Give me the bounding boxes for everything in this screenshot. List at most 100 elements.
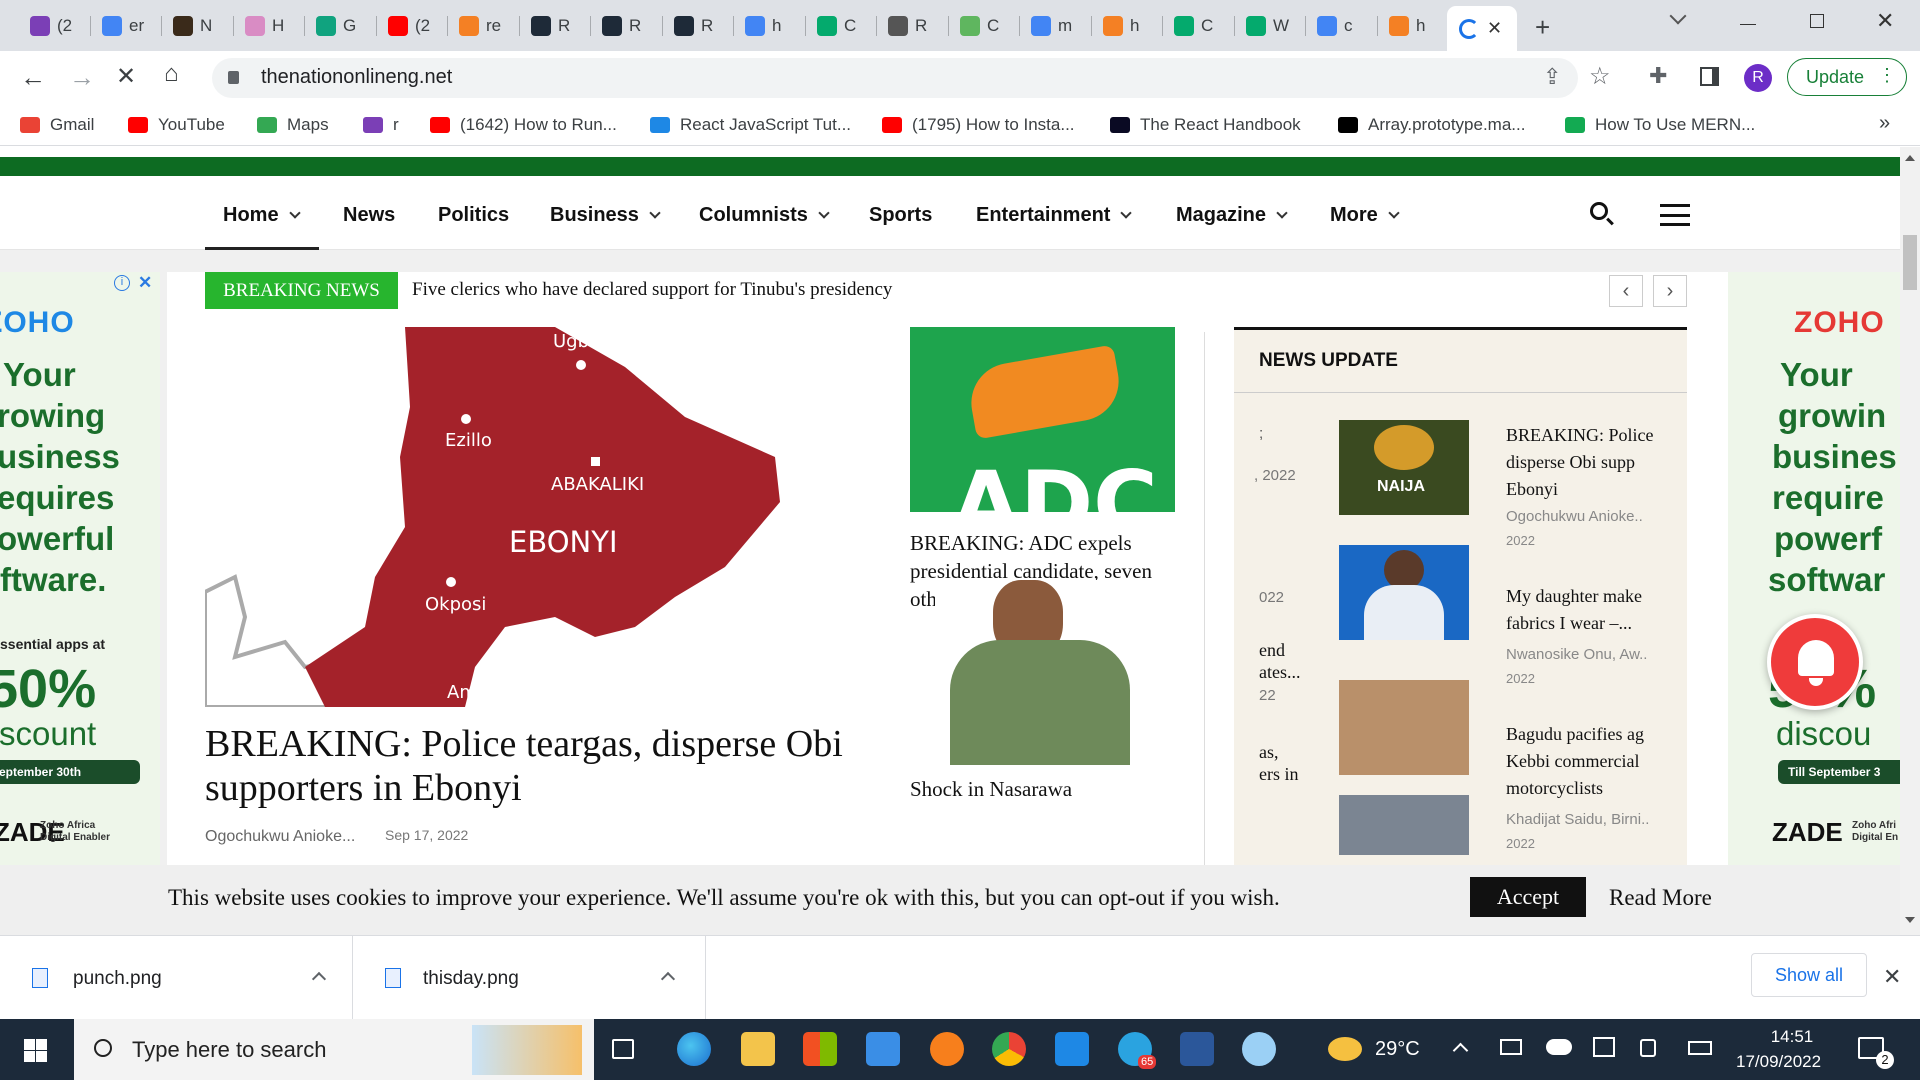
- close-window-button[interactable]: ✕: [1876, 8, 1894, 34]
- taskbar-search-box[interactable]: Type here to search: [74, 1019, 594, 1080]
- tab-15[interactable]: m: [1020, 8, 1090, 43]
- bookmark-9[interactable]: Array.prototype.ma...: [1338, 113, 1525, 137]
- weather-icon[interactable]: [1328, 1037, 1362, 1061]
- microsoft-store-icon[interactable]: [803, 1032, 837, 1066]
- news-thumb-2[interactable]: [1339, 545, 1469, 640]
- paint-icon[interactable]: [1242, 1032, 1276, 1066]
- cookie-accept-button[interactable]: Accept: [1470, 877, 1586, 917]
- home-button[interactable]: ⌂: [164, 60, 179, 88]
- chrome-icon[interactable]: [992, 1032, 1026, 1066]
- nav-item-home[interactable]: Home: [223, 180, 301, 250]
- cookie-read-more-link[interactable]: Read More: [1609, 885, 1712, 911]
- nav-item-more[interactable]: More: [1330, 180, 1400, 250]
- network-icon[interactable]: [1500, 1039, 1522, 1055]
- speaker-icon[interactable]: [1640, 1039, 1656, 1057]
- tray-chevron-icon[interactable]: [1452, 1042, 1469, 1059]
- news-update-3-title[interactable]: Bagudu pacifies ag Kebbi commercial moto…: [1506, 721, 1666, 802]
- tab-4[interactable]: H: [234, 8, 304, 43]
- edge-icon[interactable]: [677, 1032, 711, 1066]
- tab-19[interactable]: c: [1306, 8, 1376, 43]
- tab-18[interactable]: W: [1235, 8, 1305, 43]
- tab-8[interactable]: R: [520, 8, 590, 43]
- ad-info-icon[interactable]: i: [114, 275, 130, 291]
- tab-7[interactable]: re: [448, 8, 518, 43]
- chevron-up-icon[interactable]: [311, 971, 327, 987]
- forward-button[interactable]: →: [69, 62, 95, 93]
- mail-icon[interactable]: [866, 1032, 900, 1066]
- tab-10[interactable]: R: [663, 8, 733, 43]
- adc-story-image[interactable]: ADC: [910, 327, 1175, 512]
- clock-time[interactable]: 14:51: [1760, 1027, 1824, 1047]
- extensions-icon[interactable]: ✚: [1649, 63, 1667, 89]
- scroll-thumb[interactable]: [1903, 235, 1917, 290]
- onedrive-icon[interactable]: [1546, 1039, 1572, 1055]
- nav-item-magazine[interactable]: Magazine: [1176, 180, 1288, 250]
- tab-17[interactable]: C: [1163, 8, 1233, 43]
- clock-date[interactable]: 17/09/2022: [1736, 1052, 1821, 1072]
- tab-12[interactable]: C: [806, 8, 876, 43]
- stop-button[interactable]: ✕: [116, 62, 136, 91]
- restore-button[interactable]: [1810, 14, 1824, 28]
- tab-1[interactable]: (2: [19, 8, 89, 43]
- bookmark-6[interactable]: React JavaScript Tut...: [650, 113, 851, 137]
- display-icon[interactable]: [1593, 1037, 1615, 1057]
- update-button[interactable]: Update ⋮: [1787, 58, 1907, 96]
- nav-item-politics[interactable]: Politics: [438, 180, 509, 250]
- share-icon[interactable]: ⇪: [1543, 64, 1561, 90]
- download-item-1[interactable]: punch.png: [0, 936, 353, 1020]
- vscode-icon[interactable]: [1055, 1032, 1089, 1066]
- tab-3[interactable]: N: [162, 8, 232, 43]
- url-text[interactable]: thenationonlineng.net: [261, 66, 452, 89]
- side-panel-icon[interactable]: [1700, 67, 1719, 86]
- weather-text[interactable]: 29°C: [1375, 1038, 1420, 1061]
- lead-story-map[interactable]: Ugbodo Iboko Ezillo ABAKALIKI EBONYI Okp…: [205, 327, 815, 707]
- scroll-down-arrow[interactable]: [1905, 917, 1915, 923]
- tab-13[interactable]: R: [877, 8, 947, 43]
- profile-avatar[interactable]: R: [1744, 64, 1772, 92]
- bookmark-7[interactable]: (1795) How to Insta...: [882, 113, 1075, 137]
- hamburger-menu-icon[interactable]: [1660, 204, 1690, 226]
- bookmark-4[interactable]: r: [363, 113, 399, 137]
- left-advertisement[interactable]: i ✕ ZOHO Your rowing usiness equires owe…: [0, 272, 160, 935]
- news-update-1-title[interactable]: BREAKING: Police disperse Obi supp Ebony…: [1506, 422, 1666, 503]
- scroll-up-arrow[interactable]: [1905, 155, 1915, 161]
- nav-item-business[interactable]: Business: [550, 180, 661, 250]
- battery-icon[interactable]: [1688, 1041, 1712, 1055]
- new-tab-button[interactable]: +: [1535, 12, 1550, 43]
- nasarawa-story-image[interactable]: [935, 580, 1145, 765]
- tab-9[interactable]: R: [591, 8, 661, 43]
- nav-item-entertainment[interactable]: Entertainment: [976, 180, 1133, 250]
- tab-active[interactable]: ✕: [1447, 6, 1517, 51]
- bookmark-5[interactable]: (1642) How to Run...: [430, 113, 617, 137]
- tab-20[interactable]: h: [1378, 8, 1448, 43]
- tab-6[interactable]: (2: [377, 8, 447, 43]
- news-thumb-3[interactable]: [1339, 680, 1469, 775]
- mid-story-2-headline[interactable]: Shock in Nasarawa: [910, 777, 1072, 802]
- news-update-2-title[interactable]: My daughter make fabrics I wear –...: [1506, 583, 1666, 637]
- tab-14[interactable]: C: [949, 8, 1019, 43]
- close-downloads-icon[interactable]: ✕: [1883, 964, 1901, 990]
- brave-icon[interactable]: [930, 1032, 964, 1066]
- bookmark-3[interactable]: Maps: [257, 113, 329, 137]
- bookmark-2[interactable]: YouTube: [128, 113, 225, 137]
- bookmark-10[interactable]: How To Use MERN...: [1565, 113, 1755, 137]
- breaking-news-ticker[interactable]: Five clerics who have declared support f…: [412, 279, 892, 301]
- ad-close-icon[interactable]: ✕: [138, 273, 152, 293]
- download-item-2[interactable]: thisday.png: [353, 936, 706, 1020]
- bookmarks-overflow-icon[interactable]: »: [1879, 112, 1890, 135]
- lead-headline[interactable]: BREAKING: Police teargas, disperse Obi s…: [205, 722, 845, 810]
- news-thumb-4[interactable]: [1339, 795, 1469, 855]
- bookmark-8[interactable]: The React Handbook: [1110, 113, 1301, 137]
- show-all-button[interactable]: Show all: [1751, 953, 1867, 997]
- tab-16[interactable]: h: [1092, 8, 1162, 43]
- search-icon[interactable]: [1590, 202, 1608, 220]
- file-explorer-icon[interactable]: [741, 1032, 775, 1066]
- windows-start-icon[interactable]: [24, 1039, 47, 1062]
- ticker-prev-button[interactable]: ‹: [1609, 275, 1643, 307]
- task-view-icon[interactable]: [612, 1039, 634, 1059]
- nav-item-columnists[interactable]: Columnists: [699, 180, 830, 250]
- nav-item-news[interactable]: News: [343, 180, 395, 250]
- chevron-up-icon[interactable]: [660, 971, 676, 987]
- tab-5[interactable]: G: [305, 8, 375, 43]
- minimize-button[interactable]: [1740, 24, 1756, 25]
